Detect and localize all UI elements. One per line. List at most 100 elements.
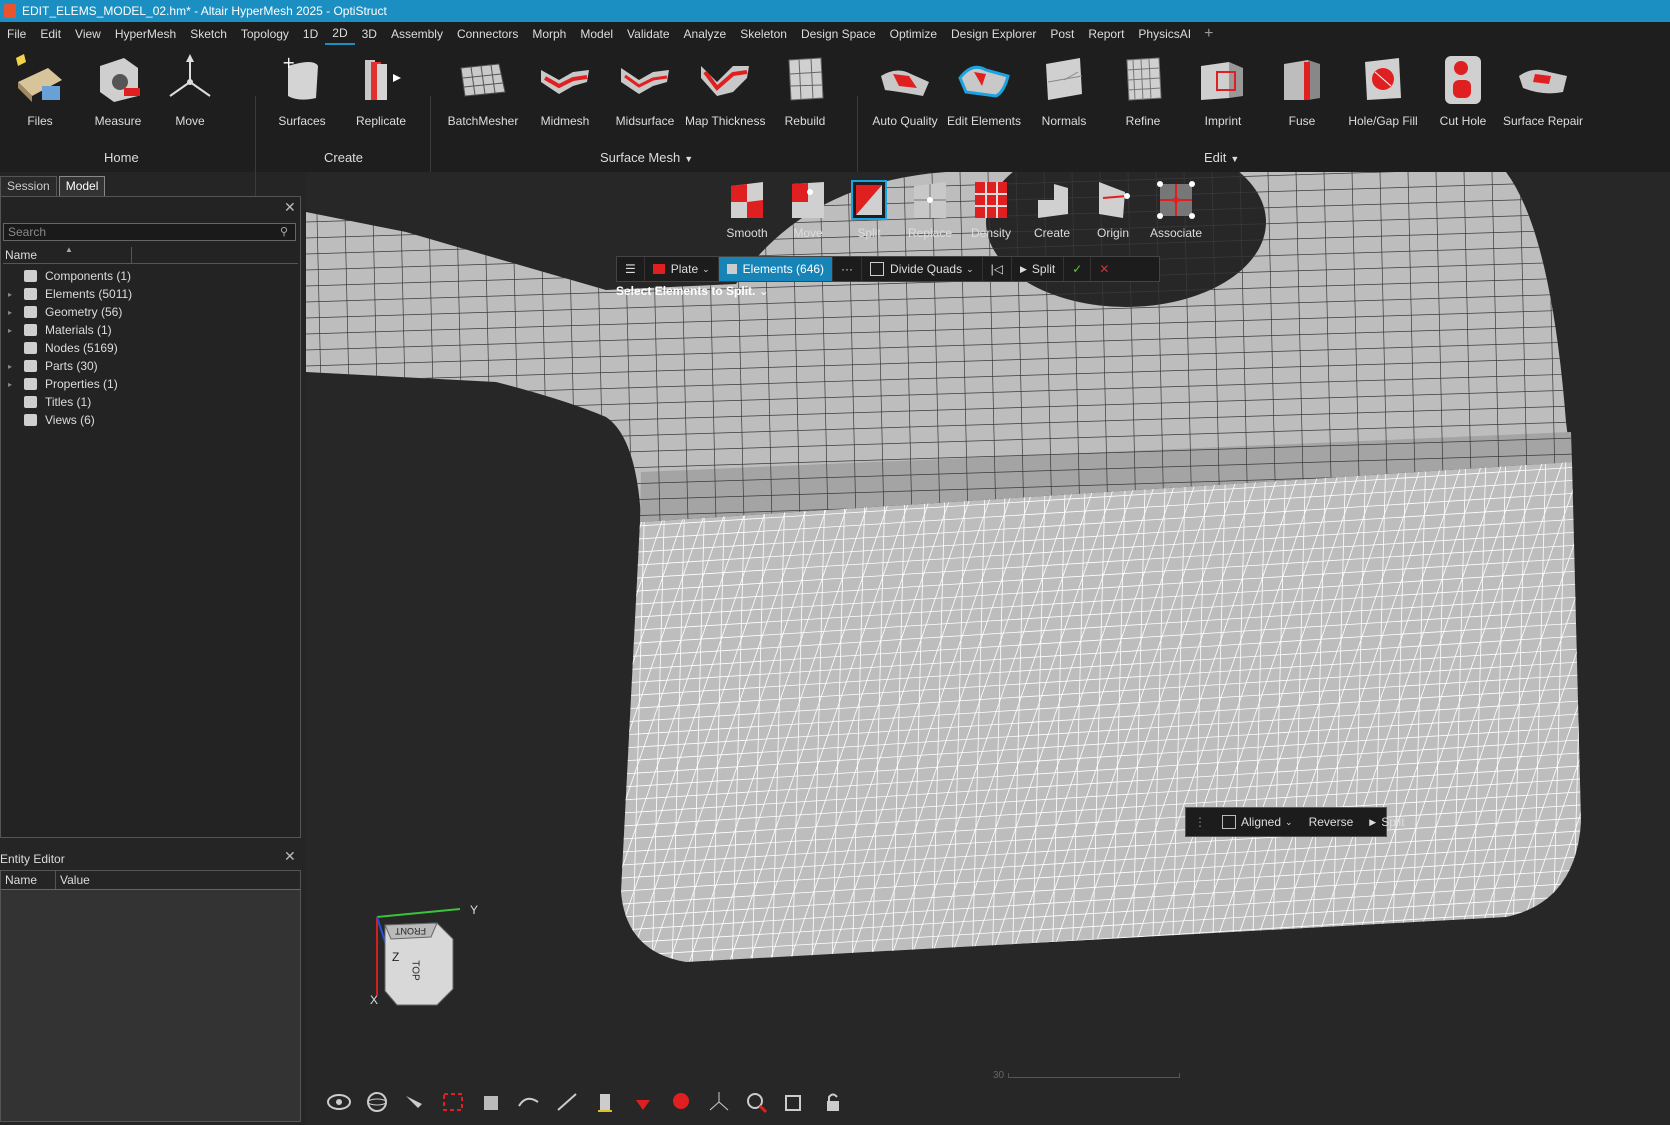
- section-cut-icon[interactable]: [554, 1090, 580, 1114]
- density-tool[interactable]: Density: [959, 178, 1023, 240]
- map-thickness-tool[interactable]: Map Thickness: [685, 46, 765, 128]
- menu-edit[interactable]: Edit: [33, 22, 68, 46]
- rebuild-tool[interactable]: Rebuild: [765, 46, 845, 128]
- add-tab-icon[interactable]: +: [1198, 25, 1219, 43]
- menu-icon[interactable]: ☰: [617, 257, 645, 281]
- origin-tool[interactable]: Origin: [1081, 178, 1145, 240]
- menu-connectors[interactable]: Connectors: [450, 22, 525, 46]
- menu-physicsai[interactable]: PhysicsAI: [1131, 22, 1198, 46]
- tree-item[interactable]: ▸ Geometry (56): [1, 303, 122, 321]
- pan-icon[interactable]: [402, 1090, 428, 1114]
- menu-optimize[interactable]: Optimize: [883, 22, 944, 46]
- display-mode-icon[interactable]: [478, 1090, 504, 1114]
- zoom-icon[interactable]: [744, 1090, 770, 1114]
- menu-hypermesh[interactable]: HyperMesh: [108, 22, 183, 46]
- mesh-model[interactable]: [306, 172, 1670, 1125]
- tree-item[interactable]: Components (1): [1, 267, 131, 285]
- view-cube[interactable]: Y Z X FRONT TOP: [365, 903, 485, 1015]
- fuse-tool[interactable]: Fuse: [1262, 46, 1342, 128]
- reset-icon[interactable]: |◁: [983, 257, 1012, 281]
- aligned-dropdown[interactable]: Aligned ⌄: [1214, 815, 1301, 829]
- lock-icon[interactable]: [820, 1090, 846, 1114]
- view-3d-icon[interactable]: [782, 1090, 808, 1114]
- measure-tool[interactable]: Measure: [78, 46, 158, 128]
- search-input[interactable]: Search: [3, 223, 296, 241]
- menu-model[interactable]: Model: [573, 22, 620, 46]
- files-tool[interactable]: Files: [0, 46, 80, 128]
- mask-icon[interactable]: [516, 1090, 542, 1114]
- component-color-icon[interactable]: [592, 1090, 618, 1114]
- edit-elements-tool[interactable]: Edit Elements: [944, 46, 1024, 128]
- normals-tool[interactable]: Normals: [1024, 46, 1104, 128]
- move-tool[interactable]: Move: [150, 46, 230, 128]
- menu-view[interactable]: View: [68, 22, 108, 46]
- auto-quality-tool[interactable]: Auto Quality: [865, 46, 945, 128]
- associate-tool[interactable]: Associate: [1144, 178, 1208, 240]
- tree-item[interactable]: ▸ Parts (30): [1, 357, 98, 375]
- tree-item[interactable]: ▸ Elements (5011): [1, 285, 132, 303]
- column-name[interactable]: Name: [1, 871, 56, 889]
- tree-item[interactable]: Views (6): [1, 411, 95, 429]
- transparency-icon[interactable]: [668, 1090, 694, 1114]
- menu-design-explorer[interactable]: Design Explorer: [944, 22, 1043, 46]
- menu-validate[interactable]: Validate: [620, 22, 676, 46]
- float-split-button[interactable]: ▶ Split: [1361, 815, 1412, 829]
- more-options-button[interactable]: ···: [833, 257, 863, 281]
- menu-sketch[interactable]: Sketch: [183, 22, 234, 46]
- menu-morph[interactable]: Morph: [525, 22, 573, 46]
- tree-item[interactable]: Nodes (5169): [1, 339, 118, 357]
- tree-item[interactable]: Titles (1): [1, 393, 91, 411]
- column-value[interactable]: Value: [56, 871, 90, 889]
- split-tool[interactable]: Split: [837, 178, 901, 240]
- cancel-x-icon[interactable]: ✕: [1091, 257, 1117, 281]
- tab-session[interactable]: Session: [0, 176, 57, 196]
- menu-analyze[interactable]: Analyze: [677, 22, 734, 46]
- menu-1d[interactable]: 1D: [296, 22, 325, 46]
- menu-report[interactable]: Report: [1081, 22, 1131, 46]
- replicate-tool[interactable]: Replicate: [341, 46, 421, 128]
- refine-tool[interactable]: Refine: [1103, 46, 1183, 128]
- menu-topology[interactable]: Topology: [234, 22, 296, 46]
- menu-file[interactable]: File: [0, 22, 33, 46]
- apply-check-icon[interactable]: ✓: [1064, 257, 1092, 281]
- smooth-tool[interactable]: Smooth: [715, 178, 779, 240]
- expand-arrow-icon[interactable]: ▸: [8, 380, 18, 389]
- triad-icon[interactable]: [706, 1090, 732, 1114]
- rotate-view-icon[interactable]: [364, 1090, 390, 1114]
- search-icon[interactable]: ⚲: [280, 225, 288, 238]
- create-tool[interactable]: Create: [1020, 178, 1084, 240]
- cut-hole-tool[interactable]: Cut Hole: [1423, 46, 1503, 128]
- tree-item[interactable]: ▸ Properties (1): [1, 375, 118, 393]
- tab-model[interactable]: Model: [58, 176, 106, 196]
- cube-front-label[interactable]: FRONT: [395, 926, 426, 936]
- close-icon[interactable]: ✕: [284, 199, 296, 216]
- menu-assembly[interactable]: Assembly: [384, 22, 450, 46]
- chevron-down-icon[interactable]: ▼: [684, 154, 693, 164]
- menu-design-space[interactable]: Design Space: [794, 22, 883, 46]
- move-node-tool[interactable]: Move: [776, 178, 840, 240]
- close-icon[interactable]: ✕: [284, 848, 296, 865]
- expand-arrow-icon[interactable]: ▸: [8, 290, 18, 299]
- split-button[interactable]: ▶ Split: [1012, 257, 1065, 281]
- batchmesher-tool[interactable]: BatchMesher: [443, 46, 523, 128]
- reverse-button[interactable]: Reverse: [1301, 815, 1362, 829]
- surfaces-tool[interactable]: + Surfaces: [262, 46, 342, 128]
- surface-repair-tool[interactable]: Surface Repair: [1503, 46, 1583, 128]
- visibility-icon[interactable]: [326, 1090, 352, 1114]
- menu-post[interactable]: Post: [1043, 22, 1081, 46]
- menu-2d[interactable]: 2D: [325, 23, 355, 45]
- midsurface-tool[interactable]: Midsurface: [605, 46, 685, 128]
- explode-icon[interactable]: [630, 1090, 656, 1114]
- expand-arrow-icon[interactable]: ▸: [8, 326, 18, 335]
- menu-skeleton[interactable]: Skeleton: [733, 22, 794, 46]
- hole-gap-fill-tool[interactable]: Hole/Gap Fill: [1343, 46, 1423, 128]
- expand-arrow-icon[interactable]: ▸: [8, 362, 18, 371]
- chevron-down-icon[interactable]: ⌄: [759, 284, 769, 298]
- column-name[interactable]: Name: [5, 248, 37, 262]
- replace-tool[interactable]: Replace: [898, 178, 962, 240]
- cube-top-label[interactable]: TOP: [410, 960, 421, 980]
- entity-type-dropdown[interactable]: Plate ⌄: [645, 257, 719, 281]
- midmesh-tool[interactable]: Midmesh: [525, 46, 605, 128]
- chevron-down-icon[interactable]: ▼: [1230, 154, 1239, 164]
- expand-arrow-icon[interactable]: ▸: [8, 308, 18, 317]
